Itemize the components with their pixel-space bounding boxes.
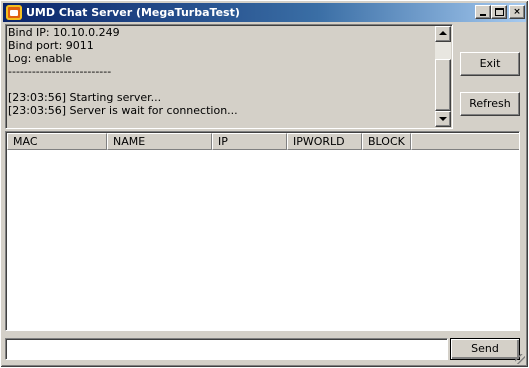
clients-table[interactable]: MAC NAME IP IPWORLD BLOCK [5,131,520,331]
chat-server-app-icon[interactable] [6,5,22,20]
log-line: Bind IP: 10.10.0.249 [8,26,120,39]
minimize-button[interactable] [475,5,491,19]
log-lines: Bind IP: 10.10.0.249 Bind port: 9011 Log… [8,26,435,117]
resize-grip-icon[interactable] [515,354,525,364]
column-header-spacer [411,133,519,150]
minimize-icon [480,14,486,16]
arrow-down-icon [439,117,447,121]
scroll-down-button[interactable] [435,111,451,127]
table-header: MAC NAME IP IPWORLD BLOCK [7,133,519,150]
maximize-button[interactable] [491,5,507,19]
close-icon: × [513,7,521,17]
refresh-button[interactable]: Refresh [460,92,520,116]
title-bar[interactable]: UMD Chat Server (MegaTurbaTest) × [3,3,526,22]
maximize-icon [495,8,504,16]
log-line: [23:03:56] Server is wait for connection… [8,104,238,117]
column-header-mac[interactable]: MAC [7,133,107,150]
close-button[interactable]: × [509,5,525,19]
window-title: UMD Chat Server (MegaTurbaTest) [26,6,240,19]
scroll-thumb[interactable] [435,59,451,111]
column-header-ipworld[interactable]: IPWORLD [287,133,362,150]
column-header-name[interactable]: NAME [107,133,212,150]
column-header-ip[interactable]: IP [212,133,287,150]
main-window: UMD Chat Server (MegaTurbaTest) × Bind I… [0,0,529,368]
log-scrollbar[interactable] [435,26,451,127]
log-line: Bind port: 9011 [8,39,94,52]
log-line: -------------------------- [8,65,112,78]
send-button[interactable]: Send [450,338,520,360]
scroll-up-button[interactable] [435,26,451,42]
log-line: [23:03:56] Starting server... [8,91,162,104]
server-log[interactable]: Bind IP: 10.10.0.249 Bind port: 9011 Log… [5,24,453,129]
log-line: Log: enable [8,52,73,65]
exit-button[interactable]: Exit [460,52,520,76]
message-input[interactable] [5,338,448,360]
column-header-block[interactable]: BLOCK [362,133,411,150]
arrow-up-icon [439,31,447,35]
